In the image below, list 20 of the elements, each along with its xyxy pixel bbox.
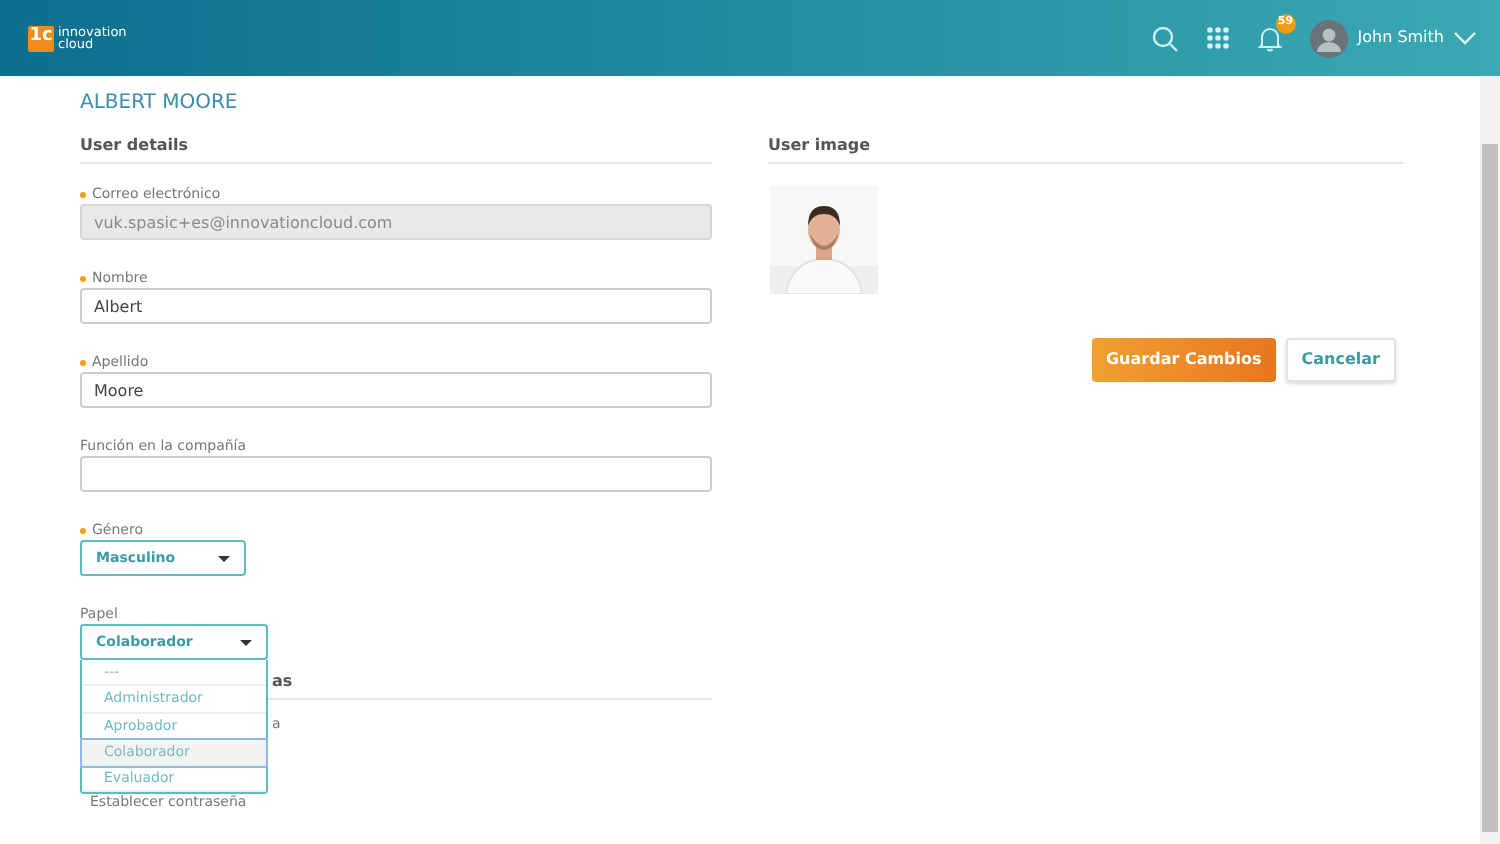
input-field[interactable] (80, 456, 712, 492)
section-title: as (272, 672, 293, 690)
scrollbar[interactable] (1480, 76, 1500, 844)
logo-mark: 1c (28, 25, 54, 51)
bell-icon[interactable] (1257, 25, 1282, 51)
search-icon[interactable] (1151, 25, 1178, 51)
chevron-down-icon[interactable] (1454, 31, 1476, 45)
section-title: User details (80, 136, 712, 164)
input-field[interactable]: Moore (80, 372, 712, 408)
section-title: User image (768, 136, 1404, 164)
caret-icon (240, 639, 252, 645)
page-title: ALBERT MOORE (80, 92, 240, 116)
cancel-button[interactable]: Cancelar (1285, 338, 1396, 382)
caret-icon (218, 555, 230, 561)
user-name[interactable]: John Smith (1357, 26, 1444, 50)
scrollbar-thumb[interactable] (1482, 144, 1498, 832)
apps-grid-icon[interactable] (1205, 26, 1230, 50)
avatar[interactable] (1309, 19, 1348, 57)
input-field[interactable]: Albert (80, 288, 712, 324)
save-button[interactable]: Guardar Cambios (1091, 338, 1276, 382)
